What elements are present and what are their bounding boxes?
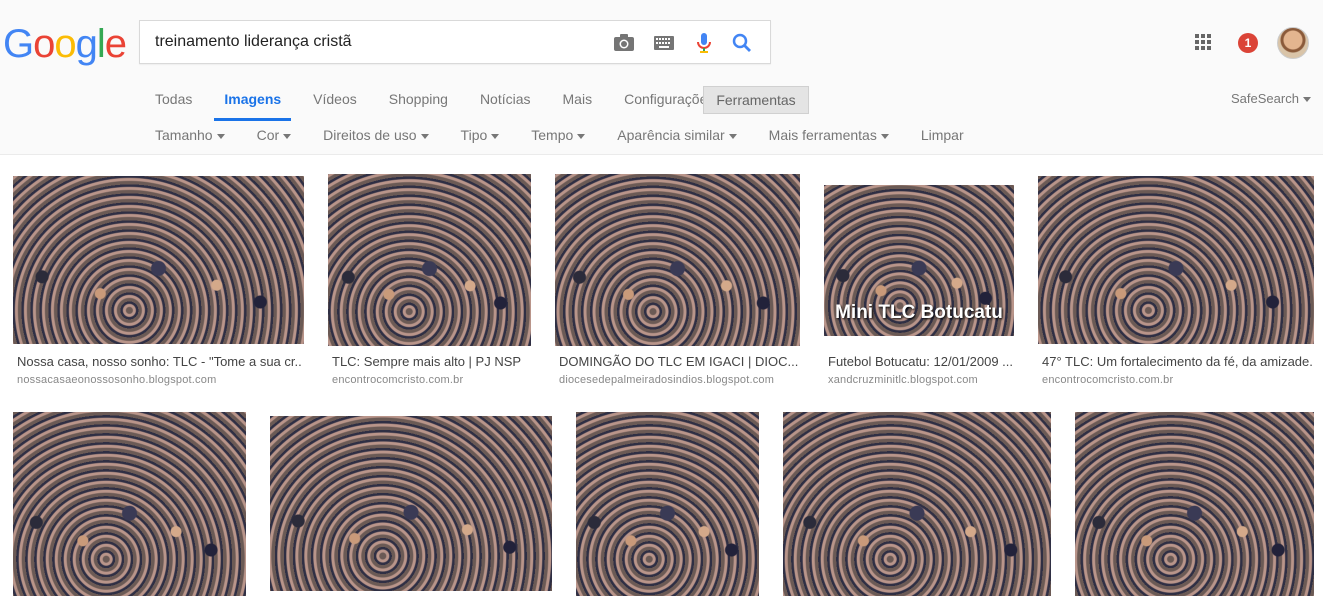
tool-aparencia-similar[interactable]: Aparência similar (617, 127, 737, 143)
result-image[interactable] (1075, 412, 1314, 596)
search-input[interactable] (155, 21, 595, 63)
chevron-down-icon (1302, 97, 1311, 103)
chevron-down-icon (577, 133, 586, 139)
result-image[interactable] (13, 412, 246, 596)
chevron-down-icon (283, 133, 292, 139)
avatar[interactable] (1277, 27, 1309, 59)
tool-direitos-de-uso[interactable]: Direitos de uso (323, 127, 429, 143)
tab-videos[interactable]: Vídeos (313, 81, 357, 121)
result-image[interactable] (328, 174, 531, 346)
tool-tamanho[interactable]: Tamanho (155, 127, 225, 143)
result-caption[interactable]: 47° TLC: Um fortalecimento da fé, da ami… (1042, 354, 1312, 369)
camera-icon[interactable] (612, 31, 636, 55)
tool-cor[interactable]: Cor (257, 127, 292, 143)
google-logo[interactable]: Google (3, 22, 127, 67)
microphone-icon[interactable] (692, 31, 716, 55)
tab-todas[interactable]: Todas (155, 81, 192, 121)
result-caption[interactable]: DOMINGÃO DO TLC EM IGACI | DIOC... (559, 354, 799, 369)
result-image[interactable] (1038, 176, 1314, 344)
safesearch-label: SafeSearch (1231, 91, 1299, 106)
result-image[interactable] (270, 416, 552, 591)
tab-imagens[interactable]: Imagens (214, 81, 291, 121)
chevron-down-icon (216, 133, 225, 139)
search-icon[interactable] (730, 31, 754, 55)
tools-row: Tamanho Cor Direitos de uso Tipo Tempo A… (155, 127, 996, 143)
notification-badge[interactable]: 1 (1238, 33, 1258, 53)
result-image[interactable] (576, 412, 759, 596)
result-source: nossacasaeonossosonho.blogspot.com (17, 374, 217, 386)
chevron-down-icon (491, 133, 500, 139)
tool-tempo[interactable]: Tempo (531, 127, 586, 143)
result-caption[interactable]: Nossa casa, nosso sonho: TLC - "Tome a s… (17, 354, 302, 369)
result-image[interactable] (13, 176, 304, 344)
result-source: xandcruzminitlc.blogspot.com (828, 374, 978, 386)
chevron-down-icon (880, 133, 889, 139)
tool-tipo[interactable]: Tipo (461, 127, 500, 143)
result-caption[interactable]: Futebol Botucatu: 12/01/2009 ... (828, 354, 1014, 369)
tool-label: Direitos de uso (323, 127, 417, 143)
header: Google 1 Todas Imagens Vídeos Shopping N… (0, 0, 1323, 155)
image-overlay-text: Mini TLC Botucatu (835, 302, 1003, 323)
tool-label: Mais ferramentas (768, 127, 877, 143)
chevron-down-icon (728, 133, 737, 139)
tool-label: Tempo (531, 127, 574, 143)
search-box (139, 20, 771, 64)
tool-label: Aparência similar (617, 127, 725, 143)
tab-mais[interactable]: Mais (563, 81, 593, 121)
tools-button[interactable]: Ferramentas (703, 86, 809, 114)
chevron-down-icon (420, 133, 429, 139)
tool-limpar[interactable]: Limpar (921, 127, 964, 143)
tool-label: Tamanho (155, 127, 213, 143)
keyboard-icon[interactable] (652, 31, 676, 55)
result-source: diocesedepalmeiradosindios.blogspot.com (559, 374, 775, 386)
tool-mais-ferramentas[interactable]: Mais ferramentas (769, 127, 889, 143)
tab-shopping[interactable]: Shopping (389, 81, 448, 121)
search-tabs: Todas Imagens Vídeos Shopping Notícias M… (155, 81, 746, 121)
result-source: encontrocomcristo.com.br (332, 374, 464, 386)
result-image[interactable] (555, 174, 800, 346)
tool-label: Cor (256, 127, 280, 143)
result-source: encontrocomcristo.com.br (1042, 374, 1174, 386)
result-image[interactable] (783, 412, 1051, 596)
result-caption[interactable]: TLC: Sempre mais alto | PJ NSP (332, 354, 532, 369)
apps-grid-icon[interactable] (1195, 34, 1211, 50)
tool-label: Tipo (460, 127, 488, 143)
result-image[interactable]: Mini TLC Botucatu (824, 185, 1014, 336)
tab-configuracoes[interactable]: Configurações (624, 81, 714, 121)
safesearch-menu[interactable]: SafeSearch (1231, 91, 1311, 106)
tab-noticias[interactable]: Notícias (480, 81, 531, 121)
